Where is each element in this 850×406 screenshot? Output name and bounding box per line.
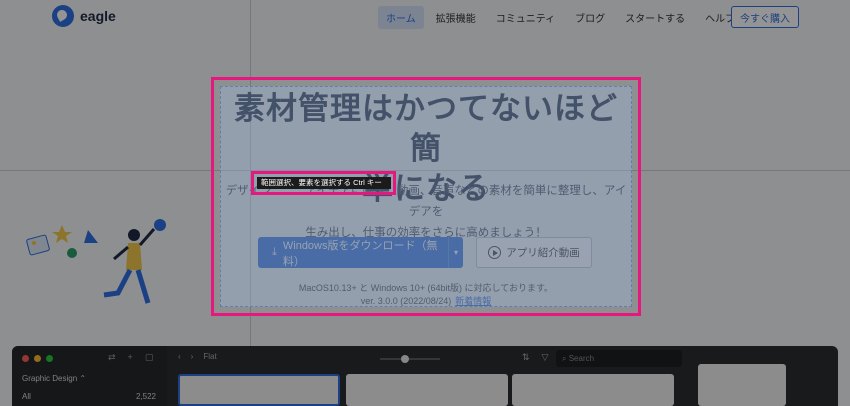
nav-item-blog[interactable]: ブログ — [567, 6, 613, 29]
sidebar-item-all[interactable]: All 2,522 — [22, 392, 156, 401]
sidebar-toolbar: ⇄ + ▢ — [108, 352, 153, 363]
search-placeholder: Search — [568, 354, 595, 363]
back-icon[interactable]: ‹ — [178, 352, 181, 361]
search-input[interactable]: ⌕ Search — [556, 350, 682, 367]
inspector-preview — [698, 364, 786, 406]
zoom-slider-knob[interactable] — [401, 355, 409, 363]
maximize-window-icon[interactable] — [46, 355, 53, 362]
triangle-shape — [84, 230, 98, 243]
nav-item-start[interactable]: スタートする — [617, 6, 693, 29]
view-controls: ⇅ ▽ — [522, 352, 548, 363]
brand-name: eagle — [80, 8, 116, 24]
nav-item-extensions[interactable]: 拡張機能 — [428, 6, 484, 29]
sidebar-item-label: All — [22, 392, 31, 401]
floating-photo-icon — [26, 234, 50, 256]
thumbnail-item[interactable] — [512, 374, 674, 406]
zoom-slider-track[interactable] — [380, 358, 440, 360]
close-window-icon[interactable] — [22, 355, 29, 362]
selection-tooltip: 範囲選択、要素を選択する Ctrl キー — [257, 177, 391, 189]
main-menu: ホーム 拡張機能 コミュニティ ブログ スタートする ヘルプセンター — [378, 6, 787, 29]
pie-shape — [67, 248, 77, 258]
app-preview-window: ⇄ + ▢ Graphic Design ⌃ All 2,522 ‹ › Fla… — [12, 346, 838, 406]
buy-now-button[interactable]: 今すぐ購入 — [731, 6, 799, 28]
sort-icon[interactable]: ⇅ — [522, 352, 530, 363]
app-sidebar: ⇄ + ▢ Graphic Design ⌃ All 2,522 — [12, 346, 167, 406]
hero-illustration — [26, 219, 166, 304]
filter-icon[interactable]: ▽ — [542, 352, 549, 363]
star-shape — [52, 225, 72, 243]
brand-logo[interactable]: eagle — [52, 5, 116, 27]
top-nav: eagle ホーム 拡張機能 コミュニティ ブログ スタートする ヘルプセンター… — [0, 0, 850, 34]
sidebar-toggle-icon[interactable]: ▢ — [145, 352, 154, 363]
selection-highlight-frame — [211, 77, 641, 316]
nav-item-community[interactable]: コミュニティ — [488, 6, 563, 29]
folder-label: Flat — [203, 352, 217, 361]
minimize-window-icon[interactable] — [34, 355, 41, 362]
sidebar-item-count: 2,522 — [135, 392, 156, 401]
library-selector[interactable]: Graphic Design ⌃ — [22, 374, 86, 383]
person-figure — [103, 219, 166, 304]
thumbnail-item[interactable] — [346, 374, 508, 406]
nav-item-home[interactable]: ホーム — [378, 6, 424, 29]
thumbnail-item[interactable] — [178, 374, 340, 406]
add-icon[interactable]: + — [128, 352, 133, 363]
eagle-logo-icon — [52, 5, 74, 27]
forward-icon[interactable]: › — [191, 352, 194, 361]
sync-icon[interactable]: ⇄ — [108, 352, 116, 363]
app-toolbar: ‹ › Flat — [178, 352, 217, 361]
